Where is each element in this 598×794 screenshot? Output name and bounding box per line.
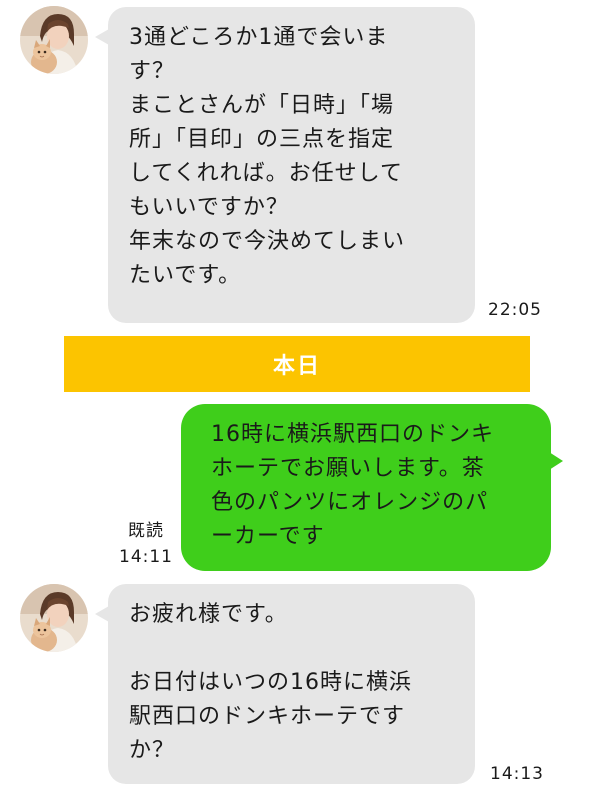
outgoing-message-bubble[interactable]: 16時に横浜駅西口のドンキ ホーテでお願いします。茶 色のパンツにオレンジのパ … xyxy=(181,404,563,571)
message-timestamp: 14:11 xyxy=(119,547,173,567)
message-timestamp: 22:05 xyxy=(488,300,542,320)
sender-avatar[interactable] xyxy=(20,6,88,74)
read-receipt: 既読 14:11 xyxy=(116,518,176,570)
woman-with-cat-avatar-icon xyxy=(20,6,88,74)
message-text: お疲れ様です。 お日付はいつの16時に横浜 駅西口のドンキホーテです か？ xyxy=(129,602,412,763)
read-status-label: 既読 xyxy=(128,521,164,541)
message-text: 3通どころか1通で会いま す？ まことさんが「日時」「場 所」「目印」の三点を指… xyxy=(129,25,406,288)
incoming-message-bubble[interactable]: お疲れ様です。 お日付はいつの16時に横浜 駅西口のドンキホーテです か？ xyxy=(95,584,475,784)
sender-avatar[interactable] xyxy=(20,584,88,652)
message-timestamp: 14:13 xyxy=(490,764,544,784)
date-separator-label: 本日 xyxy=(272,354,321,379)
message-text: 16時に横浜駅西口のドンキ ホーテでお願いします。茶 色のパンツにオレンジのパ … xyxy=(211,422,494,549)
incoming-message-bubble[interactable]: 3通どころか1通で会いま す？ まことさんが「日時」「場 所」「目印」の三点を指… xyxy=(95,7,475,323)
date-separator: 本日 xyxy=(64,336,530,392)
woman-with-cat-avatar-icon xyxy=(20,584,88,652)
